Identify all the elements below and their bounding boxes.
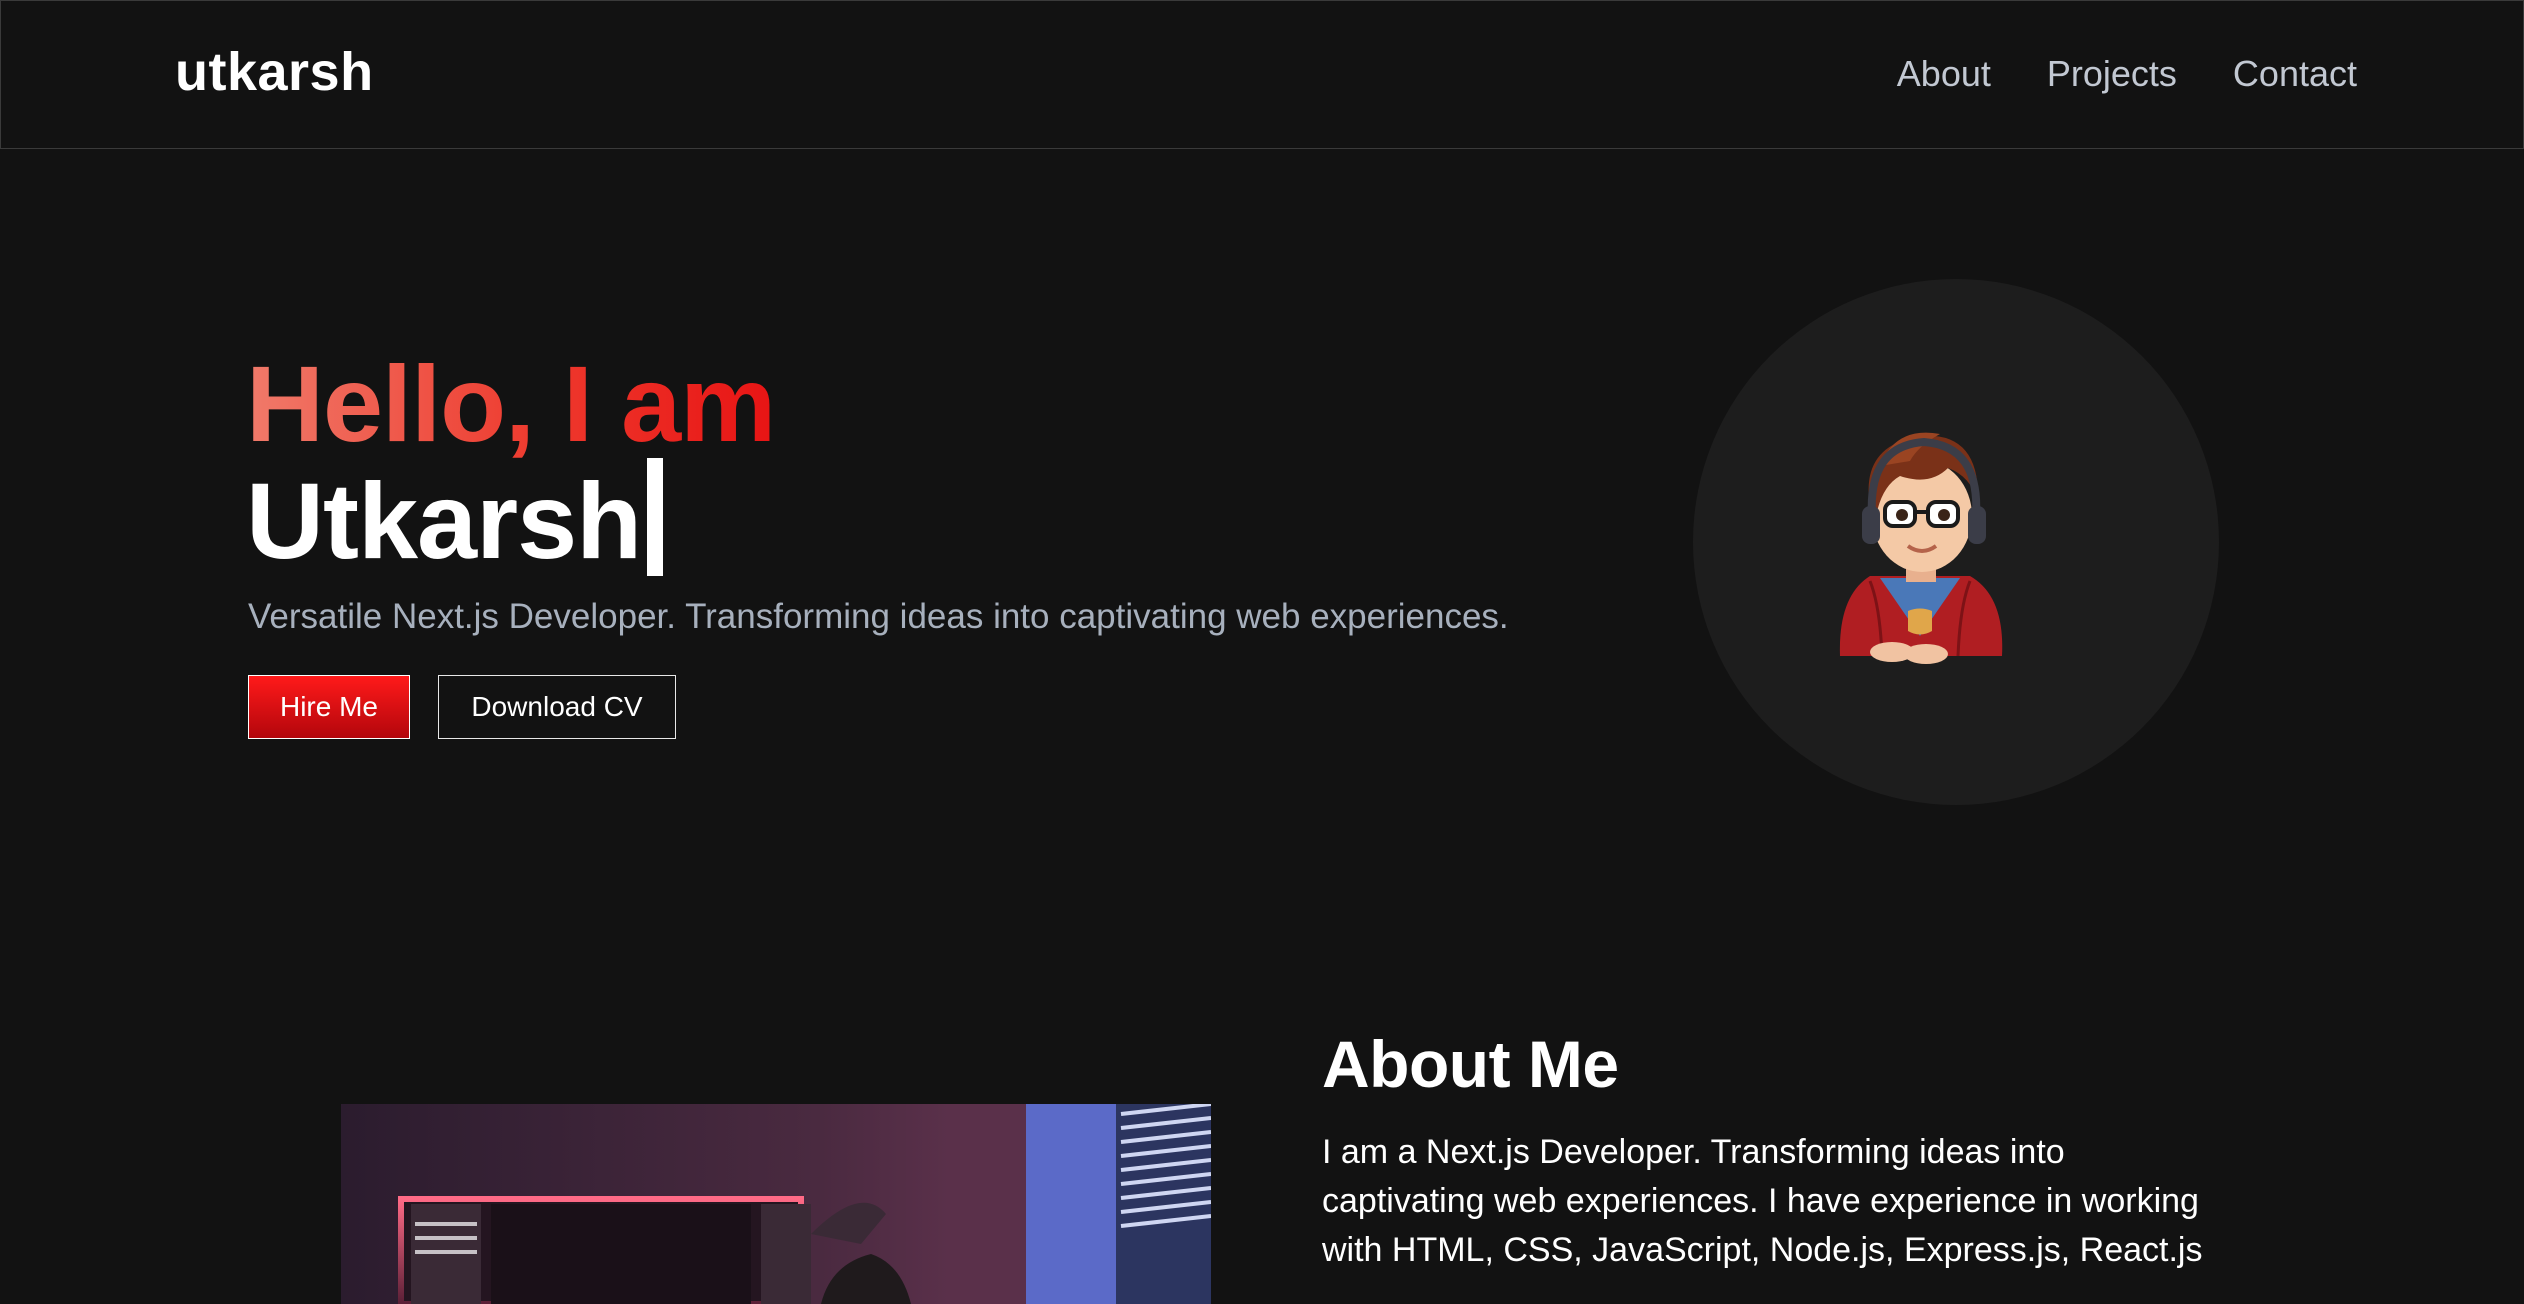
nav-link-projects[interactable]: Projects xyxy=(2047,53,2177,95)
hire-me-button[interactable]: Hire Me xyxy=(248,675,410,739)
hero-name: Utkarsh xyxy=(246,460,642,581)
brand-logo[interactable]: utkarsh xyxy=(175,41,374,103)
nav-link-contact[interactable]: Contact xyxy=(2233,53,2357,95)
typing-cursor xyxy=(647,458,664,576)
hero-tagline: Versatile Next.js Developer. Transformin… xyxy=(248,597,1509,636)
hero-buttons: Hire Me Download CV xyxy=(248,675,676,739)
download-cv-button[interactable]: Download CV xyxy=(438,675,676,739)
about-title: About Me xyxy=(1322,1027,1619,1101)
about-workspace-image xyxy=(341,1104,1211,1304)
about-description: I am a Next.js Developer. Transforming i… xyxy=(1322,1133,2203,1269)
hero-greeting: Hello, I am xyxy=(246,343,776,464)
hero-name-line: Utkarsh xyxy=(246,458,664,576)
nav-links: About Projects Contact xyxy=(1897,53,2357,95)
navbar: utkarsh About Projects Contact xyxy=(0,0,2524,149)
developer-avatar-icon xyxy=(1839,432,2003,664)
nav-link-about[interactable]: About xyxy=(1897,53,1991,95)
